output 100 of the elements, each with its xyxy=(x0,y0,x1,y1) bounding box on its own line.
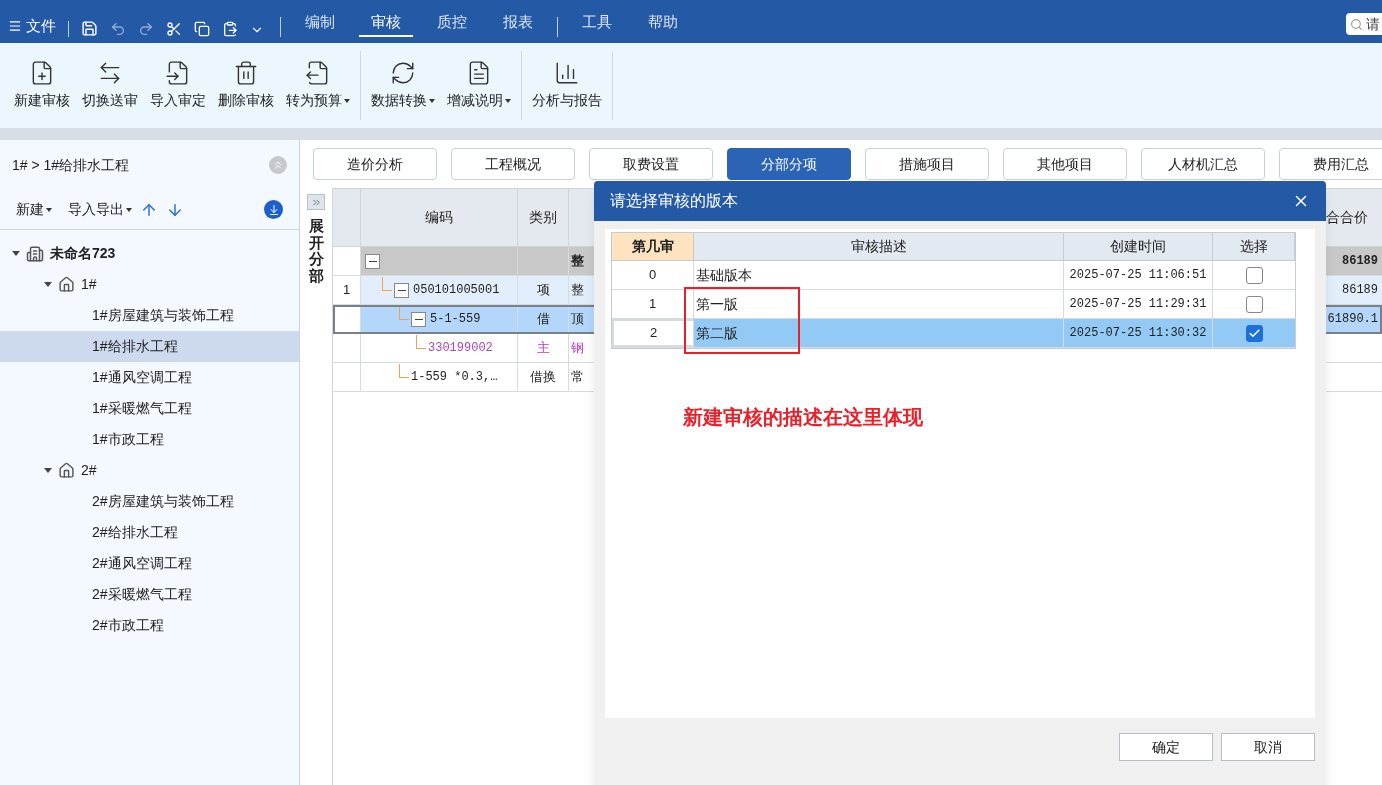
ribbon-button[interactable]: 导入审定 xyxy=(144,51,212,120)
search-field[interactable]: 请 xyxy=(1346,12,1382,35)
select-checkbox[interactable] xyxy=(1245,266,1263,284)
select-checkbox[interactable] xyxy=(1245,295,1263,313)
dialog-title: 请选择审核的版本 xyxy=(610,191,738,211)
type-cell: 主 xyxy=(518,334,569,362)
code-cell-text: 330199002 xyxy=(428,340,493,357)
version-row[interactable]: 0 基础版本 2025-07-25 11:06:51 xyxy=(612,261,1295,290)
description-cell: 基础版本 xyxy=(694,261,1064,289)
strip-label: 展开分部 xyxy=(308,218,324,284)
time-cell: 2025-07-25 11:06:51 xyxy=(1064,261,1213,289)
building-icon xyxy=(26,244,44,263)
ribbon-button[interactable]: 切换送审 xyxy=(76,51,144,120)
price-cell-text: 86189 xyxy=(1342,282,1378,299)
collapse-toggle[interactable] xyxy=(394,282,409,298)
select-checkbox[interactable] xyxy=(1245,324,1263,342)
save-icon[interactable] xyxy=(81,20,98,37)
menu-tab[interactable]: 工具 xyxy=(570,10,624,37)
dialog-button[interactable]: 确定 xyxy=(1119,733,1213,761)
ribbon-button[interactable]: 分析与报告 xyxy=(526,51,608,120)
type-cell: 借换 xyxy=(518,363,569,391)
index-cell: 0 xyxy=(612,261,694,289)
toolbar-button[interactable]: 新建 xyxy=(16,199,52,220)
paste-icon[interactable] xyxy=(222,21,238,37)
tree-item[interactable]: 2#给排水工程 xyxy=(0,517,299,548)
name-cell-text: 常 xyxy=(571,368,584,387)
tree-item[interactable]: 2#市政工程 xyxy=(0,610,299,641)
name-cell-text: 整 xyxy=(571,252,584,271)
view-tab[interactable]: 工程概况 xyxy=(451,148,575,180)
expand-arrow-icon[interactable] xyxy=(12,251,20,256)
tree-item[interactable]: 1#通风空调工程 xyxy=(0,362,299,393)
toolbar-button[interactable]: 导入导出 xyxy=(68,199,132,220)
code-cell-text: 1-559 *0.3,… xyxy=(411,369,498,386)
tree-item[interactable]: 1#给排水工程 xyxy=(0,331,299,362)
expand-arrow-icon[interactable] xyxy=(44,468,52,473)
ribbon-button[interactable]: 转为预算 xyxy=(280,51,356,120)
view-tab[interactable]: 措施项目 xyxy=(865,148,989,180)
house-icon xyxy=(58,276,75,293)
column-header: 审核描述 xyxy=(694,233,1064,260)
time-cell: 2025-07-25 11:29:31 xyxy=(1064,290,1213,318)
caret-icon xyxy=(344,99,350,104)
menu-tab[interactable]: 质控 xyxy=(425,10,479,37)
tree-item[interactable]: 2#房屋建筑与装饰工程 xyxy=(0,486,299,517)
ribbon-button[interactable]: 新建审核 xyxy=(8,51,76,120)
collapse-toggle[interactable] xyxy=(411,311,426,327)
name-cell-text: 顶 xyxy=(571,310,584,329)
code-cell-text: 050101005001 xyxy=(413,282,500,299)
view-tab[interactable]: 其他项目 xyxy=(1003,148,1127,180)
file-menu[interactable]: 文件 xyxy=(8,14,56,37)
version-row[interactable]: 1 第一版 2025-07-25 11:29:31 xyxy=(612,290,1295,319)
ribbon-button[interactable]: 删除审核 xyxy=(212,51,280,120)
breadcrumb: 1# > 1#给排水工程 xyxy=(12,155,130,175)
search-icon xyxy=(1350,17,1363,31)
caret-icon xyxy=(126,208,132,213)
name-cell-text: 钢 xyxy=(571,339,584,358)
tree-item[interactable]: 1#采暖燃气工程 xyxy=(0,393,299,424)
view-tab[interactable]: 人材机汇总 xyxy=(1141,148,1265,180)
price-cell-text: 86189 xyxy=(1342,253,1378,270)
menu-tab[interactable]: 审核 xyxy=(359,10,413,37)
download-icon[interactable] xyxy=(267,203,280,216)
view-tab[interactable]: 费用汇总 xyxy=(1279,148,1382,180)
cut-icon[interactable] xyxy=(166,21,182,37)
annotation-text: 新建审核的描述在这里体现 xyxy=(683,405,923,430)
bar-chart-icon xyxy=(554,60,580,86)
row-number: 1 xyxy=(333,276,361,304)
tree-item[interactable]: 未命名723 xyxy=(0,238,299,269)
check-icon xyxy=(1247,326,1261,340)
menu-tab[interactable]: 帮助 xyxy=(636,10,690,37)
view-tab[interactable]: 造价分析 xyxy=(313,148,437,180)
dialog-button[interactable]: 取消 xyxy=(1221,733,1315,761)
expand-arrow-icon[interactable] xyxy=(44,282,52,287)
index-cell: 1 xyxy=(612,290,694,318)
menu-tab[interactable]: 报表 xyxy=(491,10,545,37)
menu-icon xyxy=(8,18,22,33)
tree-item[interactable]: 1# xyxy=(0,269,299,300)
tree-connector xyxy=(416,335,426,349)
caret-icon xyxy=(429,99,435,104)
tree-item[interactable]: 1#市政工程 xyxy=(0,424,299,455)
copy-icon[interactable] xyxy=(194,21,210,37)
tree-item[interactable]: 1#房屋建筑与装饰工程 xyxy=(0,300,299,331)
tree-item[interactable]: 2# xyxy=(0,455,299,486)
menu-tab[interactable]: 编制 xyxy=(293,10,347,37)
caret-icon xyxy=(505,99,511,104)
ribbon-button[interactable]: 数据转换 xyxy=(365,51,441,120)
name-cell-text: 整 xyxy=(571,281,584,300)
collapse-toggle[interactable] xyxy=(365,253,380,269)
ribbon-button[interactable]: 增减说明 xyxy=(441,51,517,120)
column-header: 选择 xyxy=(1213,233,1295,260)
column-header: 创建时间 xyxy=(1064,233,1213,260)
view-tab[interactable]: 取费设置 xyxy=(589,148,713,180)
column-header: 类别 xyxy=(518,189,569,246)
version-row[interactable]: 2 第二版 2025-07-25 11:30:32 xyxy=(612,319,1295,348)
view-tab[interactable]: 分部分项 xyxy=(727,148,851,180)
trash-icon xyxy=(233,60,259,86)
column-header: 合合价 xyxy=(1326,208,1369,227)
tree-item[interactable]: 2#通风空调工程 xyxy=(0,548,299,579)
column-header: 第几审 xyxy=(612,233,694,260)
tree-connector xyxy=(399,364,409,378)
tree-item[interactable]: 2#采暖燃气工程 xyxy=(0,579,299,610)
caret-icon xyxy=(46,208,52,213)
